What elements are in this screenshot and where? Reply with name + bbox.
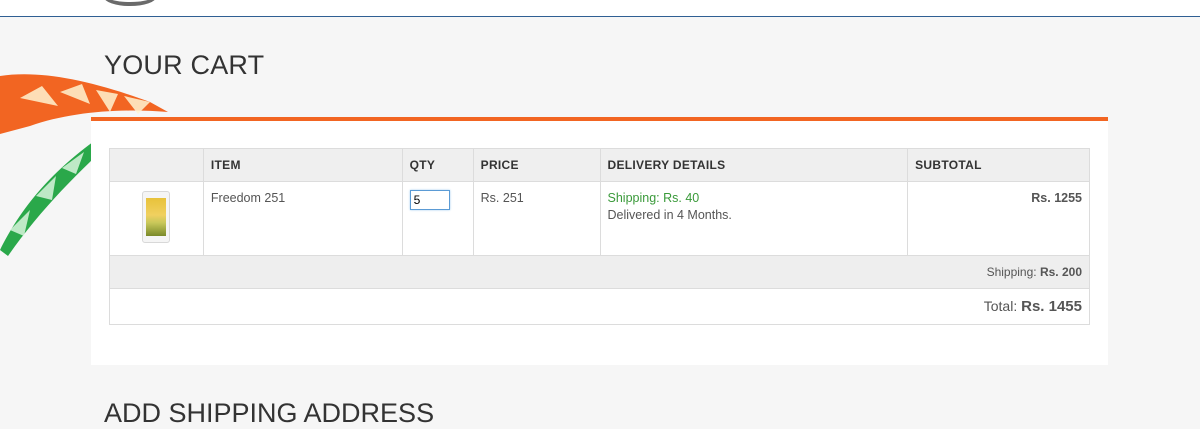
table-header-row: ITEM QTY PRICE DELIVERY DETAILS SUBTOTAL	[109, 148, 1090, 182]
cart-table: ITEM QTY PRICE DELIVERY DETAILS SUBTOTAL…	[109, 148, 1090, 325]
shipping-summary: Shipping: Rs. 200	[109, 255, 1090, 289]
product-image-cell	[109, 181, 204, 256]
delivery-details-cell: Shipping: Rs. 40 Delivered in 4 Months.	[599, 181, 909, 256]
item-shipping-cost: Shipping: Rs. 40	[607, 191, 700, 205]
column-header-qty: QTY	[401, 148, 474, 182]
green-ribbon-shine	[10, 152, 84, 236]
cart-panel: ITEM QTY PRICE DELIVERY DETAILS SUBTOTAL…	[91, 117, 1108, 365]
item-subtotal: Rs. 1255	[907, 181, 1090, 256]
shipping-label: Shipping:	[986, 265, 1037, 279]
item-name[interactable]: Freedom 251	[202, 181, 403, 256]
quantity-input[interactable]	[409, 190, 450, 210]
total-value: Rs. 1455	[1021, 298, 1082, 315]
phone-product-image[interactable]	[142, 191, 171, 243]
top-header-bar	[0, 0, 1200, 17]
column-header-price: PRICE	[472, 148, 601, 182]
order-total: Total: Rs. 1455	[109, 288, 1090, 325]
total-row: Total: Rs. 1455	[109, 288, 1090, 325]
shipping-total: Rs. 200	[1039, 265, 1082, 279]
shipping-summary-row: Shipping: Rs. 200	[109, 255, 1090, 289]
table-row: Freedom 251 Rs. 251 Shipping: Rs. 40 Del…	[109, 181, 1090, 256]
page-title: YOUR CART	[104, 50, 265, 80]
column-header-delivery: DELIVERY DETAILS	[599, 148, 909, 182]
item-price: Rs. 251	[472, 181, 601, 256]
total-label: Total:	[983, 298, 1018, 314]
column-header-item: ITEM	[202, 148, 403, 182]
logo[interactable]	[104, 0, 156, 6]
qty-cell	[401, 181, 474, 256]
column-header-subtotal: SUBTOTAL	[907, 148, 1090, 182]
delivery-estimate: Delivered in 4 Months.	[607, 208, 732, 222]
shipping-address-heading: ADD SHIPPING ADDRESS	[104, 398, 435, 428]
column-header-image	[109, 148, 204, 182]
